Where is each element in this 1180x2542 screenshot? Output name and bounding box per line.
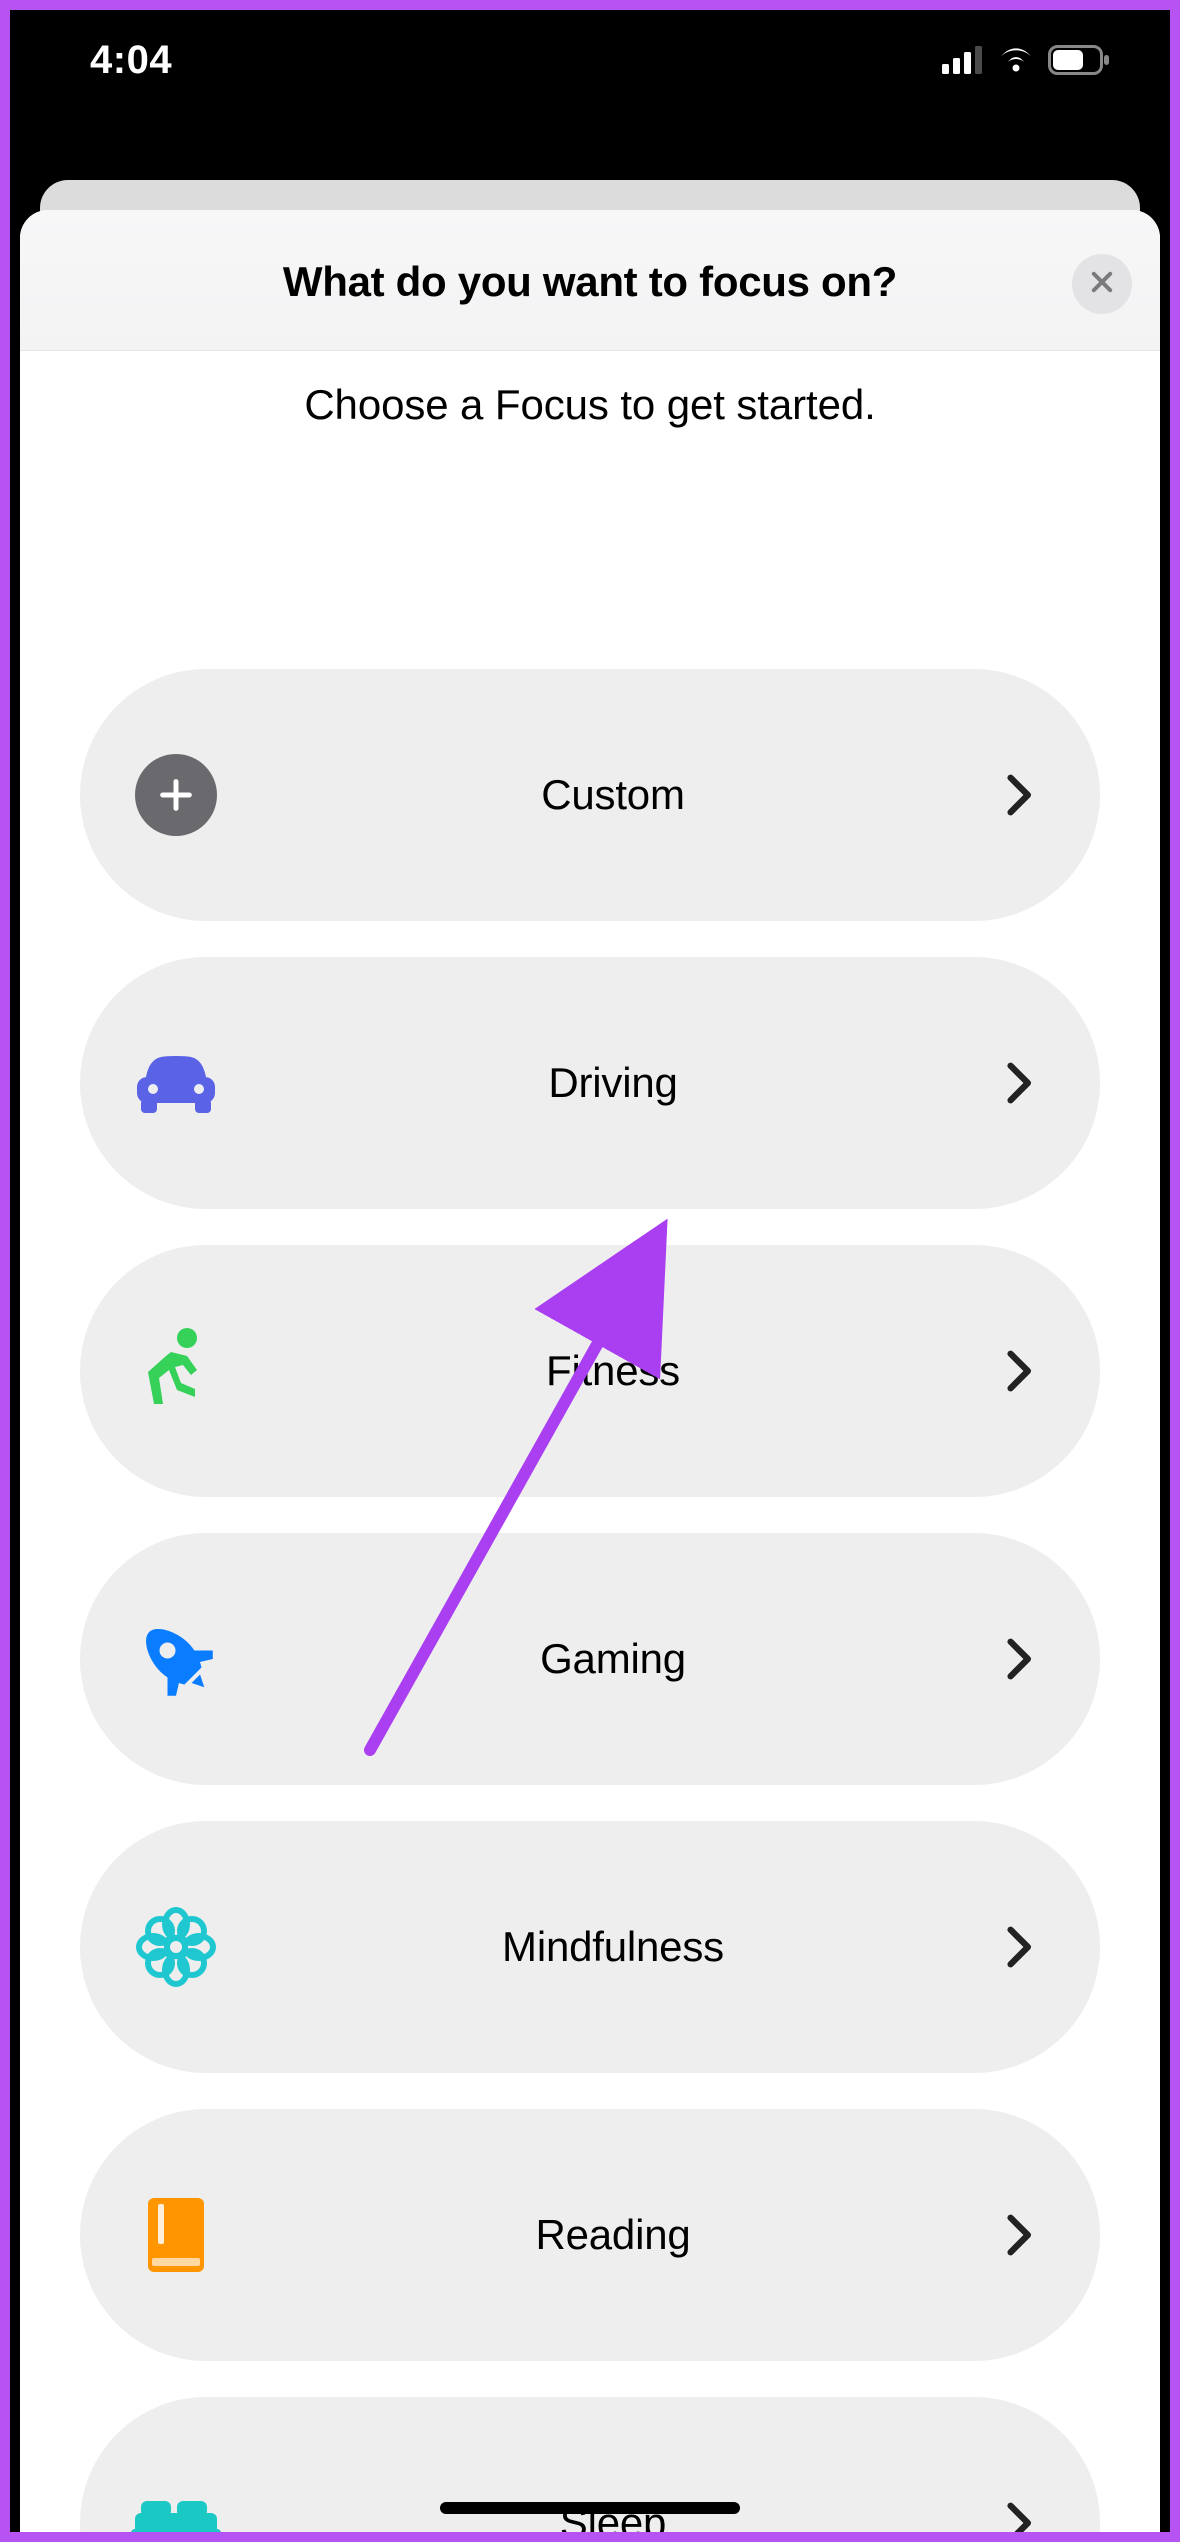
- focus-option-label: Custom: [226, 771, 1000, 819]
- plus-circle-icon: [126, 745, 226, 845]
- sheet-header: What do you want to focus on?: [20, 210, 1160, 351]
- runner-icon: [126, 1321, 226, 1421]
- status-bar: 4:04: [10, 10, 1170, 110]
- wifi-icon: [996, 45, 1036, 75]
- bed-icon: [126, 2473, 226, 2532]
- focus-option-label: Driving: [226, 1059, 1000, 1107]
- focus-option-gaming[interactable]: Gaming: [80, 1533, 1100, 1785]
- chevron-right-icon: [1000, 1061, 1040, 1105]
- chevron-right-icon: [1000, 2501, 1040, 2532]
- focus-option-label: Fitness: [226, 1347, 1000, 1395]
- chevron-right-icon: [1000, 1925, 1040, 1969]
- focus-picker-sheet: What do you want to focus on? Choose a F…: [20, 210, 1160, 2532]
- chevron-right-icon: [1000, 1349, 1040, 1393]
- home-indicator[interactable]: [440, 2502, 740, 2514]
- sheet-title: What do you want to focus on?: [40, 258, 1140, 306]
- focus-option-mindfulness[interactable]: Mindfulness: [80, 1821, 1100, 2073]
- book-icon: [126, 2185, 226, 2285]
- car-icon: [126, 1033, 226, 1133]
- focus-option-custom[interactable]: Custom: [80, 669, 1100, 921]
- chevron-right-icon: [1000, 2213, 1040, 2257]
- device-frame: 4:04 What do you want to focus on? Choos…: [10, 10, 1170, 2532]
- focus-option-fitness[interactable]: Fitness: [80, 1245, 1100, 1497]
- focus-option-driving[interactable]: Driving: [80, 957, 1100, 1209]
- close-icon: [1088, 268, 1116, 301]
- chevron-right-icon: [1000, 1637, 1040, 1681]
- rocket-icon: [126, 1609, 226, 1709]
- focus-option-reading[interactable]: Reading: [80, 2109, 1100, 2361]
- focus-option-label: Reading: [226, 2211, 1000, 2259]
- sheet-subtitle: Choose a Focus to get started.: [20, 351, 1160, 429]
- close-button[interactable]: [1072, 254, 1132, 314]
- focus-option-label: Gaming: [226, 1635, 1000, 1683]
- battery-icon: [1048, 45, 1110, 75]
- cellular-icon: [942, 46, 984, 74]
- status-time: 4:04: [90, 38, 172, 83]
- chevron-right-icon: [1000, 773, 1040, 817]
- focus-option-label: Mindfulness: [226, 1923, 1000, 1971]
- status-indicators: [942, 45, 1110, 75]
- flower-icon: [126, 1897, 226, 1997]
- focus-options-list: Custom Driving Fitness: [20, 429, 1160, 2532]
